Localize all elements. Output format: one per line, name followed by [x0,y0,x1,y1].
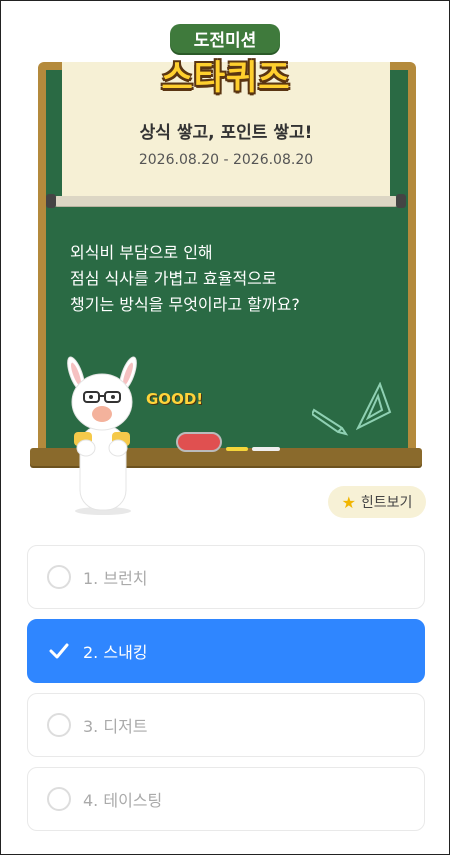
checkmark-icon [47,639,71,663]
logo-subtitle: 도전미션 [170,24,280,53]
answer-option-label: 1. 브런치 [83,569,148,588]
answer-option-label: 3. 디저트 [83,717,148,736]
answer-option-1[interactable]: 1. 브런치 [27,545,425,609]
triangle-ruler-icon [356,382,392,431]
eraser-icon [176,432,222,452]
radio-circle-icon [47,565,71,589]
pencil-icon [312,408,349,436]
paper-rod [46,194,406,208]
answer-option-2[interactable]: 2. 스내킹 [27,619,425,683]
radio-circle-icon [47,713,71,737]
radio-circle-icon [47,787,71,811]
yellow-chalk-icon [226,447,248,451]
question-text: 외식비 부담으로 인해 점심 식사를 가볍고 효율적으로 챙기는 방식을 무엇이… [70,243,300,314]
answer-option-4[interactable]: 4. 테이스팅 [27,767,425,831]
logo-title: 스타퀴즈 [161,58,291,98]
good-sticker: GOOD! [146,390,204,408]
quiz-date-range: 2026.08.20 - 2026.08.20 [138,152,314,168]
alpaca-mascot-icon [67,356,137,515]
answer-option-label: 2. 스내킹 [83,643,148,662]
answer-option-3[interactable]: 3. 디저트 [27,693,425,757]
white-chalk-icon [252,447,280,451]
answer-option-label: 4. 테이스팅 [83,791,163,810]
hint-label: 힌트보기 [360,495,413,511]
star-icon: ★ [341,492,356,512]
hint-button[interactable]: ★ 힌트보기 [328,486,426,518]
star-quiz-logo: 도전미션 스타퀴즈 [150,20,302,108]
quiz-title: 상식 쌓고, 포인트 쌓고! [139,123,313,143]
